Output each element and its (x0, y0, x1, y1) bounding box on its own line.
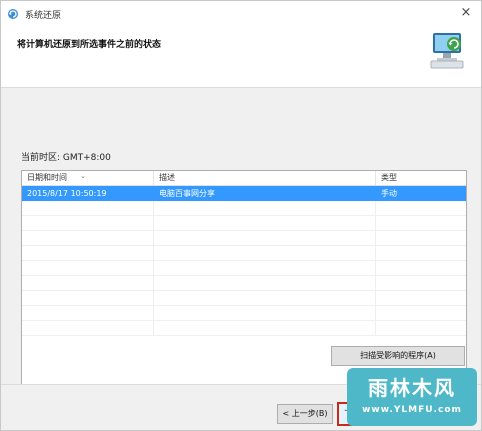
cell-type (376, 306, 466, 321)
back-button[interactable]: < 上一步(B) (277, 404, 333, 424)
table-row (22, 291, 466, 306)
table-header: 日期和时间 ⌄ 描述 类型 (22, 171, 466, 186)
close-button[interactable]: × (451, 3, 481, 23)
timezone-label: 当前时区: GMT+8:00 (21, 153, 111, 163)
close-icon: × (460, 5, 472, 20)
table-row (22, 246, 466, 261)
cell-type (376, 321, 466, 336)
chevron-down-icon: ⌄ (80, 172, 86, 180)
window-title: 系统还原 (25, 11, 62, 21)
cell-type (376, 231, 466, 246)
watermark-title: 雨林木风 (368, 376, 456, 400)
table-row (22, 276, 466, 291)
column-header-date[interactable]: 日期和时间 ⌄ (22, 171, 154, 185)
cell-description (154, 321, 376, 336)
cell-type (376, 261, 466, 276)
cell-type (376, 201, 466, 216)
system-restore-window: 系统还原 × 将计算机还原到所选事件之前的状态 当前时区: GMT+8:00 日… (0, 0, 482, 431)
content-area: 当前时区: GMT+8:00 日期和时间 ⌄ 描述 类型 2015/8/17 1… (1, 87, 481, 416)
column-header-description[interactable]: 描述 (154, 171, 376, 185)
table-row (22, 231, 466, 246)
table-row (22, 261, 466, 276)
cell-type (376, 216, 466, 231)
watermark-logo: 雨林木风 www.YLMFU.com (347, 368, 477, 426)
title-bar: 系统还原 × (1, 1, 481, 25)
cell-date (22, 216, 154, 231)
column-header-type[interactable]: 类型 (376, 171, 466, 185)
cell-date: 2015/8/17 10:50:19 (27, 189, 107, 198)
system-restore-icon (8, 9, 18, 19)
table-row (22, 201, 466, 216)
cell-date (22, 261, 154, 276)
cell-description (154, 261, 376, 276)
computer-restore-icon (430, 33, 464, 69)
cell-description (154, 276, 376, 291)
wizard-header: 将计算机还原到所选事件之前的状态 (1, 25, 481, 87)
table-body: 2015/8/17 10:50:19 电脑百事网分享 手动 (22, 186, 466, 336)
cell-date (22, 291, 154, 306)
cell-date (22, 306, 154, 321)
scan-affected-programs-button[interactable]: 扫描受影响的程序(A) (331, 346, 465, 366)
cell-description (154, 231, 376, 246)
page-title: 将计算机还原到所选事件之前的状态 (17, 40, 162, 50)
cell-date (22, 321, 154, 336)
cell-description (154, 216, 376, 231)
cell-date (22, 276, 154, 291)
table-row (22, 321, 466, 336)
cell-description (154, 291, 376, 306)
watermark-url: www.YLMFU.com (362, 405, 462, 415)
cell-type (376, 276, 466, 291)
cell-description (154, 201, 376, 216)
cell-type: 手动 (381, 189, 397, 198)
table-row (22, 216, 466, 231)
cell-description (154, 306, 376, 321)
table-row[interactable]: 2015/8/17 10:50:19 电脑百事网分享 手动 (22, 186, 466, 201)
cell-description (154, 246, 376, 261)
cell-date (22, 201, 154, 216)
cell-description: 电脑百事网分享 (159, 189, 215, 198)
cell-date (22, 231, 154, 246)
cell-date (22, 246, 154, 261)
table-row (22, 306, 466, 321)
cell-type (376, 246, 466, 261)
cell-type (376, 291, 466, 306)
